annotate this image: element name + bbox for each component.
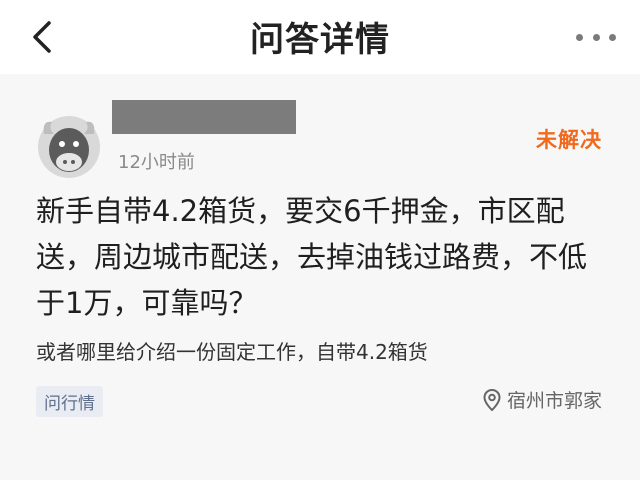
location-text: 宿州市郭家: [506, 390, 602, 412]
question-card: 12小时前 未解决 新手自带4.2箱货，要交6千押金，市区配送，周边城市配送，去…: [0, 74, 640, 480]
more-dots-icon: [576, 33, 583, 41]
more-options-button[interactable]: [576, 26, 616, 48]
question-text: 新手自带4.2箱货，要交6千押金，市区配送，周边城市配送，去掉油钱过路费，不低于…: [36, 194, 588, 320]
username-redacted: [112, 100, 296, 134]
page-title: 问答详情: [250, 20, 390, 60]
question-detail: 或者哪里给介绍一份固定工作，自带4.2箱货: [36, 340, 428, 364]
status-badge: 未解决: [536, 128, 602, 152]
post-time: 12小时前: [118, 152, 195, 173]
bull-avatar-icon: [38, 116, 100, 178]
more-dots-icon: [592, 33, 600, 41]
user-avatar[interactable]: [36, 114, 102, 180]
top-bar: 问答详情: [0, 0, 640, 74]
category-tag[interactable]: 问行情: [36, 386, 103, 417]
more-dots-icon: [609, 33, 616, 41]
location-pin-icon: [483, 388, 501, 411]
location-label[interactable]: 宿州市郭家: [483, 386, 602, 413]
